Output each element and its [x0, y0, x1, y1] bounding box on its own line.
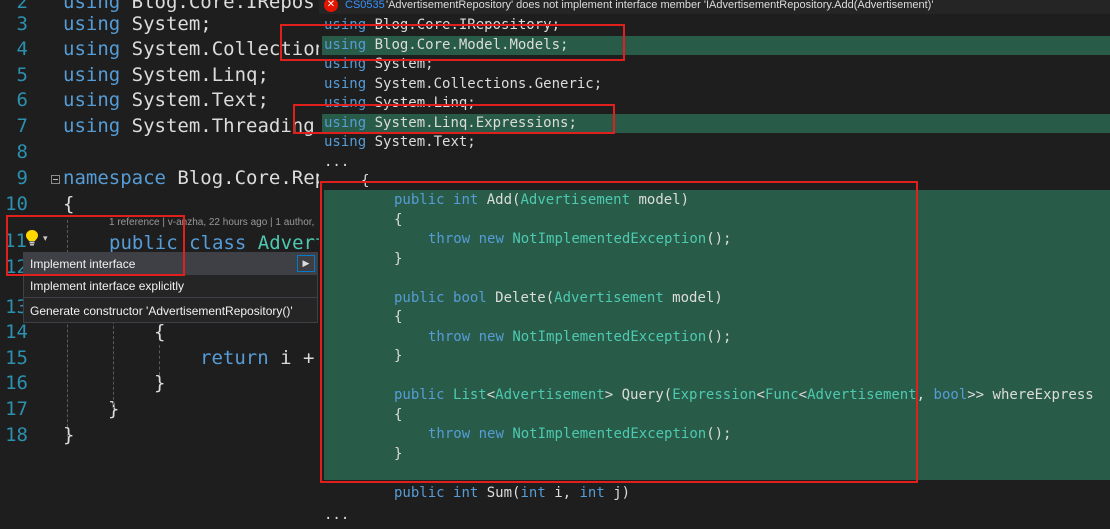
error-code-link[interactable]: CS0535: [345, 0, 385, 11]
line-number: 9: [16, 167, 28, 189]
code-line: using System.Linq;: [63, 64, 269, 86]
code-line: {: [154, 321, 166, 343]
code-line: }: [63, 424, 75, 446]
line-number: 15: [5, 347, 28, 369]
line-number: 16: [5, 372, 28, 394]
line-number: 8: [16, 141, 28, 163]
annotation-box: [293, 104, 615, 134]
diagnostic-header: ✕ CS0535 'AdvertisementRepository' does …: [319, 0, 1110, 14]
code-line: using System;: [63, 13, 212, 35]
collapse-outline-icon[interactable]: [51, 175, 60, 184]
line-number: 10: [5, 193, 28, 215]
error-message: 'AdvertisementRepository' does not imple…: [386, 0, 934, 11]
chevron-right-icon[interactable]: ▶: [297, 255, 315, 272]
preview-line: using System.Text;: [324, 134, 476, 150]
preview-line: public int Sum(int i, int j): [394, 485, 631, 501]
preview-ellipsis: ...: [324, 507, 350, 523]
line-number: 7: [16, 115, 28, 137]
preview-line: using System.Collections.Generic;: [324, 76, 603, 92]
annotation-box: [6, 215, 185, 276]
preview-ellipsis: ...: [324, 154, 350, 170]
line-number: 18: [5, 424, 28, 446]
menu-item-implement-interface-explicitly[interactable]: Implement interface explicitly: [24, 275, 317, 297]
code-line: using System.Text;: [63, 89, 269, 111]
indent-guide: [159, 345, 160, 375]
code-line: return i +: [200, 347, 315, 369]
code-line: using System.Threading: [63, 115, 315, 137]
line-number: 3: [16, 13, 28, 35]
menu-item-generate-constructor[interactable]: Generate constructor 'AdvertisementRepos…: [24, 300, 317, 322]
line-number: 6: [16, 89, 28, 111]
line-number: 14: [5, 321, 28, 343]
line-number: 17: [5, 398, 28, 420]
annotation-box: [280, 24, 625, 61]
menu-divider: [24, 297, 317, 298]
error-icon: ✕: [324, 0, 338, 12]
line-number: 4: [16, 38, 28, 60]
line-number: 5: [16, 64, 28, 86]
code-line: {: [63, 193, 75, 215]
code-line: namespace Blog.Core.Rep: [63, 167, 320, 189]
annotation-box: [320, 181, 918, 483]
